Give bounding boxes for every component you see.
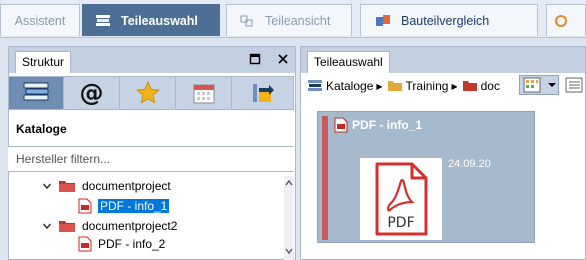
- breadcrumb-training[interactable]: Training ▶: [387, 79, 458, 93]
- tree-item-label-selected: PDF - info_1: [98, 199, 170, 213]
- part-card-pdf-info-1[interactable]: PDF - info_1 24.09.20 PDF: [317, 111, 535, 243]
- folder-icon: [59, 221, 75, 232]
- view-toggle-button[interactable]: [519, 75, 559, 95]
- breadcrumb-label: doc: [480, 79, 500, 93]
- part-selection-panel-header: Teileauswahl: [301, 47, 585, 73]
- books-icon: [95, 13, 111, 29]
- pdf-file-icon: [78, 198, 92, 214]
- cubes-icon: [239, 13, 255, 29]
- compare-icon: [375, 13, 391, 29]
- list-view-icon[interactable]: [565, 77, 583, 93]
- card-accent-bar: [322, 116, 328, 240]
- pdf-file-icon: [78, 236, 92, 252]
- tree-item-documentproject2[interactable]: documentproject2: [42, 217, 177, 235]
- scroll-down-icon[interactable]: [284, 246, 294, 256]
- grid-view-icon: [523, 77, 541, 93]
- catalog-view-button[interactable]: [8, 76, 64, 110]
- chevron-right-icon: ▶: [376, 81, 383, 91]
- tab-bauteilvergleich-label: Bauteilvergleich: [401, 13, 490, 28]
- pdf-file-icon: [334, 117, 348, 133]
- tab-assistent-label: Assistent: [14, 13, 66, 28]
- folder-icon: [387, 81, 402, 91]
- tree-item-label: documentproject2: [82, 219, 178, 233]
- breadcrumb: Kataloge ▶ Training ▶ doc: [307, 75, 585, 97]
- chevron-right-icon: ▶: [451, 81, 458, 91]
- card-date: 24.09.20: [448, 158, 491, 170]
- books-stack-icon: [23, 82, 49, 101]
- structure-panel-header: Struktur: [9, 47, 295, 73]
- manufacturer-filter-input[interactable]: Hersteller filtern...: [8, 146, 294, 172]
- tree-item-label: PDF - info_2: [98, 237, 166, 251]
- main-tab-strip: Assistent Teileauswahl Teileansicht Baut…: [0, 0, 586, 38]
- tree-item-pdf-info-2[interactable]: PDF - info_2: [78, 235, 165, 253]
- pdf-thumbnail: PDF: [360, 158, 442, 240]
- breadcrumb-label: Kataloge: [326, 79, 374, 93]
- close-icon[interactable]: [277, 53, 289, 65]
- breadcrumb-kataloge[interactable]: Kataloge ▶: [307, 79, 383, 93]
- view-mode-toolbar: @: [8, 76, 294, 110]
- chevron-down-icon[interactable]: [42, 221, 52, 231]
- catalog-tree: documentproject PDF - info_1 documentpro…: [8, 176, 284, 260]
- tab-bauteilvergleich[interactable]: Bauteilvergleich: [360, 4, 538, 36]
- star-icon: [135, 81, 160, 104]
- tree-item-documentproject[interactable]: documentproject: [42, 177, 171, 195]
- star-burst-icon: [553, 13, 569, 29]
- structure-panel-tab[interactable]: Struktur: [15, 51, 72, 73]
- at-sign-icon: @: [79, 79, 104, 107]
- transfer-icon: [252, 84, 274, 102]
- chevron-down-icon[interactable]: [42, 181, 52, 191]
- favorites-view-button[interactable]: [120, 76, 176, 110]
- maximize-icon[interactable]: [249, 53, 261, 65]
- tab-teileauswahl-label: Teileauswahl: [121, 13, 198, 28]
- tab-teileauswahl[interactable]: Teileauswahl: [82, 4, 220, 36]
- part-selection-panel: Teileauswahl Kataloge ▶ Training ▶ doc P…: [300, 46, 586, 260]
- tree-item-pdf-info-1[interactable]: PDF - info_1: [78, 197, 170, 215]
- export-view-button[interactable]: [232, 76, 294, 110]
- tree-scrollbar[interactable]: [284, 176, 294, 260]
- tab-teileansicht-label: Teileansicht: [265, 13, 331, 28]
- calendar-icon: [193, 84, 214, 104]
- scroll-up-icon[interactable]: [284, 178, 294, 188]
- card-title: PDF - info_1: [352, 118, 423, 132]
- folder-icon: [462, 81, 477, 91]
- email-view-button[interactable]: @: [64, 76, 120, 110]
- tree-item-label: documentproject: [82, 179, 171, 193]
- catalogs-heading: Kataloge: [16, 122, 67, 136]
- tab-teileansicht[interactable]: Teileansicht: [226, 4, 352, 36]
- folder-icon: [59, 181, 75, 192]
- breadcrumb-label: Training: [405, 79, 449, 93]
- tab-assistent[interactable]: Assistent: [0, 4, 80, 36]
- part-selection-panel-tab[interactable]: Teileauswahl: [307, 51, 390, 73]
- tab-more[interactable]: [546, 4, 586, 36]
- dropdown-arrow-icon: [548, 83, 556, 87]
- pdf-thumbnail-label: PDF: [387, 215, 415, 231]
- breadcrumb-doc[interactable]: doc: [462, 79, 500, 93]
- calendar-view-button[interactable]: [176, 76, 232, 110]
- books-icon: [308, 80, 322, 91]
